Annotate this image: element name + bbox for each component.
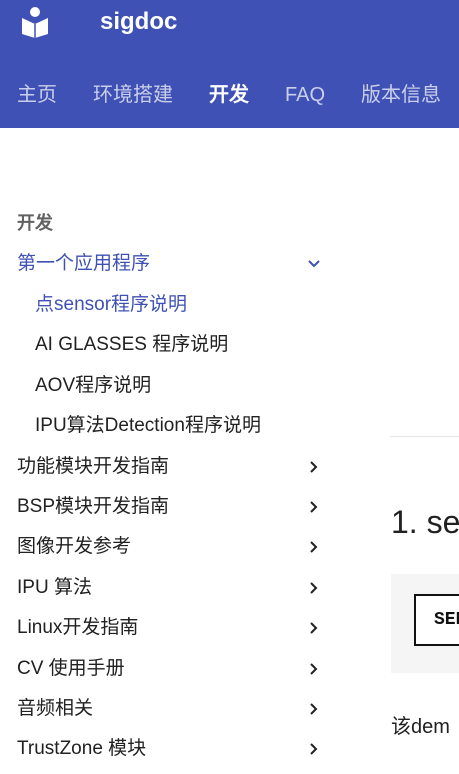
nav-item-label: IPU 算法 <box>17 577 92 598</box>
chevron-right-icon[interactable] <box>301 615 327 641</box>
nav-item-audio[interactable]: 音频相关 <box>17 696 327 722</box>
nav-item-label: 音频相关 <box>17 698 94 719</box>
nav-item-label: IPU算法Detection程序说明 <box>35 415 261 436</box>
code-block: SEN <box>391 574 459 673</box>
tab-release-info[interactable]: 版本信息 <box>361 80 441 110</box>
chevron-right-icon[interactable] <box>301 656 327 682</box>
nav-item-sensor-program[interactable]: 点sensor程序说明 <box>35 292 327 318</box>
nav-item-image-dev-reference[interactable]: 图像开发参考 <box>17 534 327 560</box>
nav-item-linux-guide[interactable]: Linux开发指南 <box>17 615 327 641</box>
nav-item-label: 图像开发参考 <box>17 536 132 557</box>
nav-item-ipu-detection[interactable]: IPU算法Detection程序说明 <box>35 413 327 439</box>
top-tabs: 主页 环境搭建 开发 FAQ 版本信息 <box>17 80 441 110</box>
content-divider <box>390 436 459 437</box>
chevron-right-icon[interactable] <box>301 736 327 762</box>
nav-item-label: AOV程序说明 <box>35 375 152 396</box>
nav-item-ai-glasses[interactable]: AI GLASSES 程序说明 <box>35 332 327 358</box>
nav-item-first-app[interactable]: 第一个应用程序 <box>17 251 327 277</box>
nav-item-label: Linux开发指南 <box>17 617 139 638</box>
chevron-right-icon[interactable] <box>301 534 327 560</box>
nav-item-label: CV 使用手册 <box>17 658 125 679</box>
site-title[interactable]: sigdoc <box>100 6 177 38</box>
content-paragraph: 该dem <box>391 716 450 738</box>
nav-item-ipu-algorithm[interactable]: IPU 算法 <box>17 575 327 601</box>
nav-item-bsp-modules[interactable]: BSP模块开发指南 <box>17 494 327 520</box>
top-header: sigdoc 主页 环境搭建 开发 FAQ 版本信息 <box>0 0 459 128</box>
diagram-box: SEN <box>414 594 459 646</box>
chevron-right-icon[interactable] <box>301 575 327 601</box>
nav-item-aov[interactable]: AOV程序说明 <box>35 373 327 399</box>
nav-item-label: 第一个应用程序 <box>17 253 151 274</box>
tab-environment-setup[interactable]: 环境搭建 <box>93 80 173 110</box>
nav-item-trustzone[interactable]: TrustZone 模块 <box>17 736 327 762</box>
section-heading: 1. se <box>391 504 459 540</box>
nav-item-label: AI GLASSES 程序说明 <box>35 334 229 355</box>
tab-home[interactable]: 主页 <box>17 80 57 110</box>
nav-item-label: 功能模块开发指南 <box>17 456 170 477</box>
chevron-right-icon[interactable] <box>301 454 327 480</box>
tab-faq[interactable]: FAQ <box>285 80 325 110</box>
nav-item-label: BSP模块开发指南 <box>17 496 170 517</box>
nav-item-function-modules[interactable]: 功能模块开发指南 <box>17 454 327 480</box>
chevron-down-icon[interactable] <box>301 251 327 277</box>
book-logo-icon[interactable] <box>20 6 50 38</box>
nav-item-label: 点sensor程序说明 <box>35 294 188 315</box>
nav-item-cv-manual[interactable]: CV 使用手册 <box>17 656 327 682</box>
chevron-right-icon[interactable] <box>301 494 327 520</box>
nav-section-title: 开发 <box>17 213 53 233</box>
tab-development[interactable]: 开发 <box>209 80 249 110</box>
nav-item-label: TrustZone 模块 <box>17 738 147 759</box>
chevron-right-icon[interactable] <box>301 696 327 722</box>
